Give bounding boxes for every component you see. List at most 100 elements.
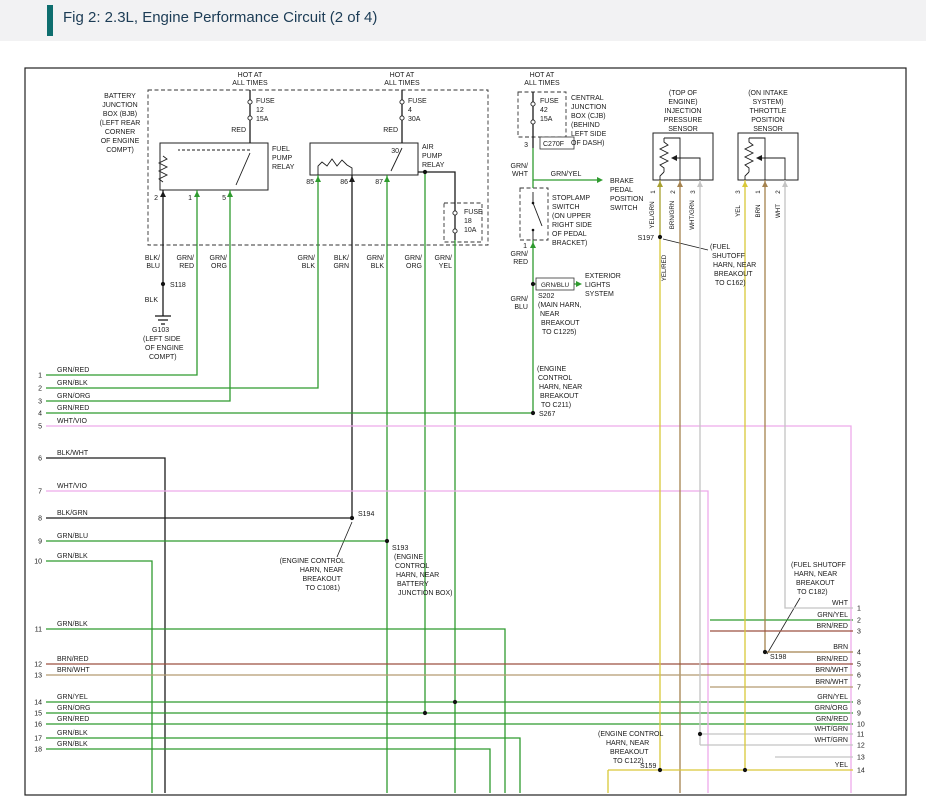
diagram-label: 1 [523, 243, 527, 250]
diagram-label: JUNCTION BOX) [398, 590, 452, 597]
wire-color-label: WHT/GRN [815, 737, 848, 744]
arrowhead [576, 281, 582, 287]
arrowhead [227, 191, 233, 197]
diagram-label: GRN/ [405, 255, 423, 262]
fuse-element [531, 120, 535, 124]
pin-number: 13 [34, 673, 42, 680]
wire-color-label: GRN/ORG [57, 393, 90, 400]
wire-color-label: BRN/RED [816, 656, 848, 663]
diagram-label-vertical: WHT [775, 204, 782, 218]
diagram-label: FUSE [408, 98, 427, 105]
pin-number: 12 [857, 743, 865, 750]
fuse-element [248, 100, 252, 104]
diagram-label: TO C211) [541, 402, 571, 409]
pin-number: 2 [38, 386, 42, 393]
diagram-label-vertical: 3 [735, 190, 742, 194]
wire [533, 203, 542, 226]
diagram-label: GRN/ [177, 255, 195, 262]
diagram-label: STOPLAMP [552, 195, 590, 202]
pin-number: 10 [857, 722, 865, 729]
diagram-label: S159 [640, 763, 656, 770]
diagram-label: FUSE [464, 209, 483, 216]
wire [46, 561, 152, 793]
diagram-label: (ENGINE [394, 554, 424, 561]
junction-dot [531, 282, 535, 286]
junction-dot [743, 768, 747, 772]
pin-number: 9 [38, 539, 42, 546]
diagram-label: NEAR [540, 311, 559, 318]
arrowhead [677, 181, 683, 187]
diagram-label: BLU [146, 263, 160, 270]
junction-dot [658, 235, 662, 239]
diagram-label: S202 [538, 293, 554, 300]
diagram-label: HARN, NEAR [713, 262, 756, 269]
diagram-label-vertical: YEL/RED [661, 254, 668, 281]
diagram-label-vertical: 2 [670, 190, 677, 194]
arrowhead [657, 181, 663, 187]
arrowhead [762, 181, 768, 187]
diagram-label: (ENGINE [537, 366, 567, 373]
arrowhead [782, 181, 788, 187]
diagram-label-vertical: 3 [690, 190, 697, 194]
diagram-label: 2 [154, 195, 158, 202]
junction-dot [161, 282, 165, 286]
wire-color-label: GRN/YEL [817, 612, 848, 619]
wire-color-label: GRN/ORG [57, 705, 90, 712]
diagram-label: JUNCTION [571, 104, 606, 111]
diagram-label: HARN, NEAR [396, 572, 439, 579]
diagram-label: RIGHT SIDE [552, 222, 592, 229]
wire-color-label: GRN/RED [57, 367, 89, 374]
diagram-label: (ON UPPER [552, 213, 591, 220]
junction-dot [532, 202, 535, 205]
diagram-label: HARN, NEAR [794, 571, 837, 578]
wire-color-label: GRN/BLK [57, 741, 88, 748]
diagram-label: RELAY [422, 162, 445, 169]
diagram-label: (LEFT SIDE [143, 336, 181, 343]
diagram-label: ALL TIMES [524, 80, 560, 87]
pin-number: 13 [857, 755, 865, 762]
pin-number: 3 [38, 399, 42, 406]
diagram-label-vertical: BRN/GRN [669, 201, 676, 230]
fuse-element [400, 116, 404, 120]
fuse-element [453, 229, 457, 233]
diagram-label: AIR [422, 144, 434, 151]
diagram-label: YEL [439, 263, 452, 270]
arrowhead [742, 181, 748, 187]
junction-dot [423, 711, 427, 715]
pin-number: 14 [34, 700, 42, 707]
wire-color-label: GRN/RED [57, 716, 89, 723]
diagram-label: HOT AT [530, 72, 555, 79]
wire-color-label: BRN/RED [57, 656, 89, 663]
pin-number: 4 [857, 650, 861, 657]
diagram-label: 30 [391, 148, 399, 155]
wire-color-label: GRN/ORG [815, 705, 848, 712]
diagram-label: JUNCTION [102, 102, 137, 109]
diagram-label: OF DASH) [571, 140, 604, 147]
pin-number: 9 [857, 711, 861, 718]
diagram-label: (ENGINE CONTROL [280, 558, 345, 565]
diagram-label: BRAKE [610, 178, 634, 185]
wire [767, 598, 800, 654]
diagram-label: G103 [152, 327, 169, 334]
diagram-label: RELAY [272, 164, 295, 171]
diagram-label-vertical: 1 [650, 190, 657, 194]
diagram-label: BREAKOUT [796, 580, 835, 587]
wire-color-label: GRN/BLU [57, 533, 88, 540]
diagram-label: ALL TIMES [384, 80, 420, 87]
diagram-label: ENGINE) [668, 99, 697, 106]
junction-dot [531, 411, 535, 415]
pin-number: 11 [857, 732, 864, 739]
diagram-label: 10A [464, 227, 477, 234]
diagram-label: BATTERY [397, 581, 429, 588]
diagram-label: (TOP OF [669, 90, 697, 97]
diagram-label: PUMP [422, 153, 443, 160]
pin-number: 10 [34, 559, 42, 566]
diagram-label: SYSTEM) [752, 99, 783, 106]
diagram-label: GRN/ [210, 255, 228, 262]
diagram-label: COMPT) [106, 147, 134, 154]
diagram-label: 4 [408, 107, 412, 114]
diagram-label: BLK/ [334, 255, 349, 262]
wire-color-label: BRN/WHT [815, 679, 848, 686]
diagram-label: S118 [170, 282, 186, 289]
dashed-component-box [520, 188, 548, 240]
